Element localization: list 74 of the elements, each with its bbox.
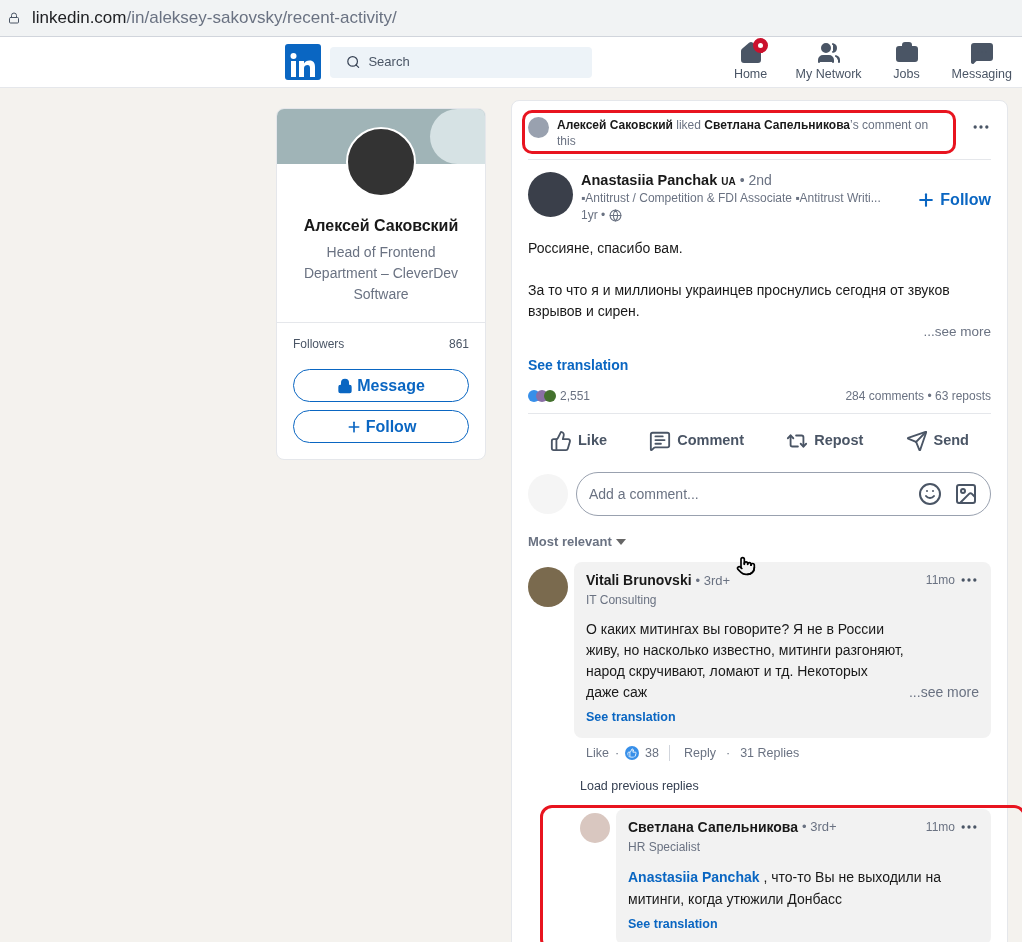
comment-time: 11mo: [925, 572, 955, 590]
send-icon: [905, 430, 928, 453]
post-time: 1yr •: [581, 207, 606, 224]
profile-name: Алексей Саковский: [302, 216, 460, 236]
reply-link[interactable]: Reply: [684, 743, 716, 763]
action-button[interactable]: Repost: [782, 422, 868, 461]
see-translation-link[interactable]: See translation: [528, 355, 629, 377]
load-previous-replies[interactable]: Load previous replies: [580, 776, 699, 796]
activity-text: Алексей Саковский liked Светлана Сапельникова’s comment on this: [557, 117, 930, 149]
followers-count: 861: [448, 336, 469, 353]
like-icon: [550, 430, 572, 453]
replies-count[interactable]: 31 Replies: [740, 743, 800, 763]
reactions-icon: [528, 390, 556, 403]
commenter-name[interactable]: Vitali Brunovski: [586, 569, 692, 591]
linkedin-logo[interactable]: [285, 44, 321, 80]
connection-degree: • 2nd: [739, 172, 772, 189]
comment-input[interactable]: Add a comment...: [589, 483, 906, 505]
see-more-link[interactable]: ...see more: [923, 322, 991, 343]
reply-text: Anastasiia Panchak , что-то Вы не выходили на митинги, когда утюжили Донбасс: [628, 867, 943, 909]
avatar: [528, 117, 549, 138]
network-icon: [816, 40, 841, 65]
nav-item[interactable]: Home: [715, 40, 786, 84]
author-name[interactable]: Anastasiia Panchak: [581, 172, 718, 189]
sort-dropdown[interactable]: Most relevant: [528, 532, 626, 552]
emoji-icon[interactable]: [918, 482, 942, 507]
globe-icon: [609, 209, 623, 222]
profile-headline: Head of Frontend Department – CleverDev Software: [302, 243, 460, 304]
search-field[interactable]: Search: [330, 46, 592, 78]
action-button[interactable]: Like: [546, 422, 611, 461]
mention-link[interactable]: Anastasiia Panchak: [628, 868, 760, 885]
like-link[interactable]: Like: [586, 743, 609, 763]
commenter-avatar: [528, 566, 568, 607]
commenter-avatar: [580, 812, 610, 843]
cursor-icon: [736, 556, 756, 576]
search-icon: [346, 54, 361, 70]
home-icon: [738, 40, 763, 65]
post-text: За то что я и миллионы украинцев проснулись сегодня от звуков взрывов и сирен.: [528, 281, 951, 321]
separator-dot: ·: [614, 744, 620, 762]
url-text: linkedin.com/in/aleksey-sakovsky/recent-activity/: [32, 7, 397, 30]
author-headline: ▪Antitrust / Competition & FDI Associate ▪Antitrust Writi...: [581, 190, 882, 207]
like-icon: [625, 746, 640, 761]
lock-icon: [8, 12, 20, 24]
action-button[interactable]: Send: [901, 422, 973, 461]
connection-degree: • 3rd+: [695, 571, 731, 590]
followers-label: Followers: [293, 336, 345, 353]
like-count: 38: [645, 744, 659, 762]
search-input[interactable]: Search: [368, 52, 576, 72]
comment-icon: [649, 430, 672, 453]
flag-label: UA: [721, 175, 736, 189]
image-icon[interactable]: [954, 482, 978, 507]
connection-degree: • 3rd+: [802, 818, 837, 837]
see-translation-link[interactable]: See translation: [586, 707, 676, 727]
post-text: Россияне, спасибо вам.: [528, 239, 684, 258]
comment-time: 11mo: [925, 819, 955, 836]
post-stats[interactable]: 284 comments • 63 reposts: [845, 387, 991, 406]
nav-item[interactable]: My Network: [785, 40, 872, 84]
commenter-name[interactable]: Светлана Сапельникова: [628, 816, 799, 838]
nav-item[interactable]: Messaging: [941, 40, 1022, 84]
separator-dot: ·: [726, 744, 731, 762]
commenter-headline: IT Consulting: [586, 591, 658, 609]
nav-item[interactable]: Jobs: [871, 40, 942, 84]
see-more-link[interactable]: ...see more: [908, 681, 979, 703]
caret-icon: [615, 539, 626, 545]
lock-icon: [337, 377, 354, 394]
jobs-icon: [894, 40, 919, 65]
commenter-headline: HR Specialist: [628, 838, 702, 856]
messaging-icon: [969, 40, 994, 65]
follow-button[interactable]: Follow: [916, 188, 991, 212]
comment-text: О каких митингах вы говорите? Я не в России живу, но насколько известно, митинги разгоняют, народ скручивают, ломают и тд. Некоторых даже саж: [586, 619, 904, 702]
address-bar[interactable]: linkedin.com/in/aleksey-sakovsky/recent-activity/: [0, 0, 1022, 37]
action-button[interactable]: Comment: [645, 422, 749, 461]
author-avatar: [528, 172, 573, 217]
reactions-count[interactable]: 2,551: [560, 387, 591, 406]
see-translation-link[interactable]: See translation: [628, 914, 718, 934]
